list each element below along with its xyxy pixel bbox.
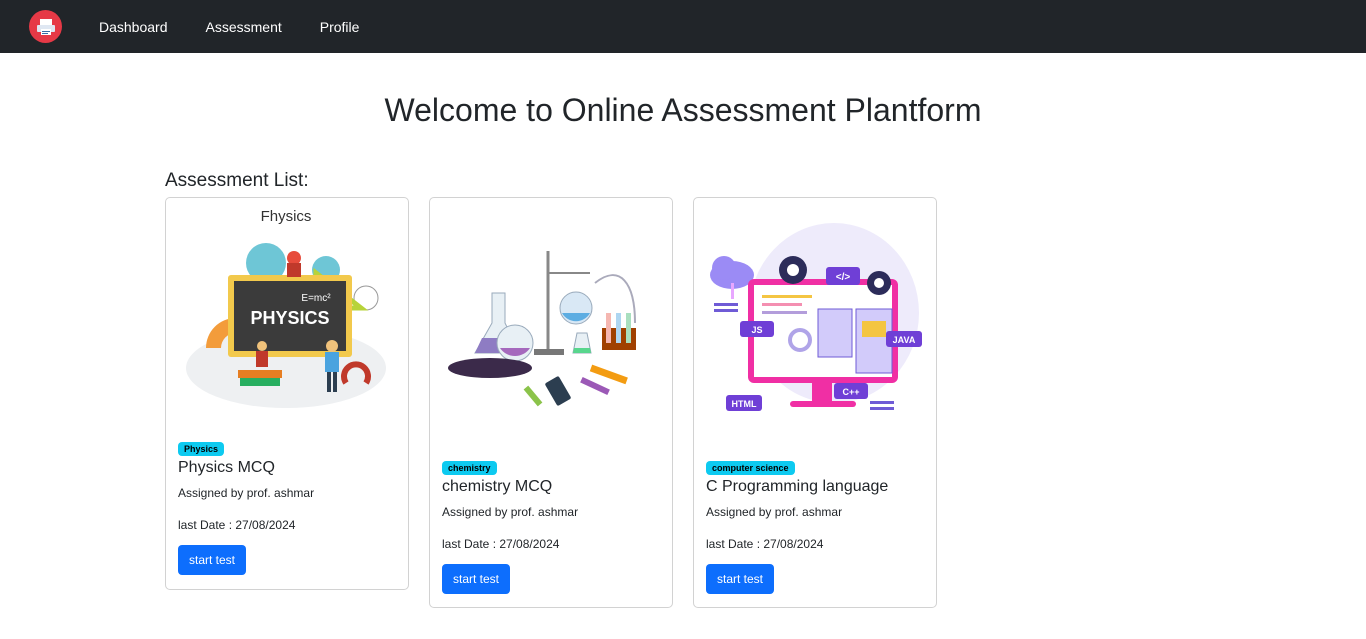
card-title: Physics MCQ xyxy=(178,459,275,476)
card-body: chemistry chemistry MCQ Assigned by prof… xyxy=(442,458,578,594)
start-test-button[interactable]: start test xyxy=(178,545,247,575)
assigned-by-text: Assigned by prof. ashmar xyxy=(178,486,315,500)
category-badge: Physics xyxy=(178,442,225,456)
category-badge: chemistry xyxy=(442,461,497,475)
last-date-text: last Date : 27/08/2024 xyxy=(442,537,560,551)
card-body: computer science C Programming language … xyxy=(706,458,888,594)
page-title: Welcome to Online Assessment Plantform xyxy=(384,92,982,128)
card-title: C Programming language xyxy=(706,478,889,495)
card-body: Physics Physics MCQ Assigned by prof. as… xyxy=(178,439,314,575)
category-badge: computer science xyxy=(706,461,795,475)
nav-assessment-link[interactable]: Assessment xyxy=(206,19,282,35)
nav-links: Dashboard Assessment Profile xyxy=(99,0,397,53)
js-label: JS xyxy=(751,325,762,335)
assigned-by-text: Assigned by prof. ashmar xyxy=(442,505,579,519)
physics-formula-text: E=mc² xyxy=(301,293,331,304)
physics-illustration: Fhysics PHYSICS E=mc² xyxy=(186,208,386,408)
html-label: HTML xyxy=(732,399,757,409)
assessment-list-heading: Assessment List: xyxy=(165,170,309,191)
chemistry-illustration xyxy=(448,251,636,407)
cpp-label: C++ xyxy=(842,387,859,397)
assessment-card-chemistry: chemistry chemistry MCQ Assigned by prof… xyxy=(429,197,673,608)
nav-dashboard-link[interactable]: Dashboard xyxy=(99,19,168,35)
logo-icon[interactable] xyxy=(29,10,62,43)
assessment-card-computer-science: </> JS JAVA HTML C++ computer science C … xyxy=(693,197,937,608)
last-date-text: last Date : 27/08/2024 xyxy=(706,537,824,551)
computer-science-illustration: </> JS JAVA HTML C++ xyxy=(710,223,922,411)
nav-profile-link[interactable]: Profile xyxy=(320,19,360,35)
last-date-text: last Date : 27/08/2024 xyxy=(178,518,296,532)
code-label: </> xyxy=(836,272,851,283)
start-test-button[interactable]: start test xyxy=(442,564,511,594)
navbar: Dashboard Assessment Profile xyxy=(0,0,1366,53)
physics-image-caption: Fhysics xyxy=(261,208,312,225)
start-test-button[interactable]: start test xyxy=(706,564,775,594)
physics-board-text: PHYSICS xyxy=(250,308,329,328)
assigned-by-text: Assigned by prof. ashmar xyxy=(706,505,843,519)
java-label: JAVA xyxy=(893,335,916,345)
card-title: chemistry MCQ xyxy=(442,478,553,495)
assessment-card-physics: Fhysics PHYSICS E=mc² Physics Physics MC… xyxy=(165,197,409,590)
